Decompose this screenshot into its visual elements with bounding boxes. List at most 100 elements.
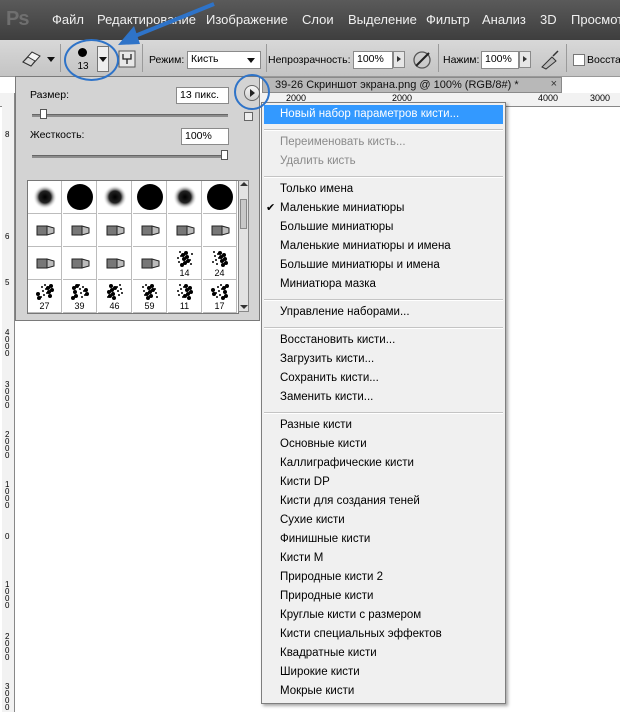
menu-item[interactable]: Только имена [280,183,353,195]
menu-separator [264,412,503,414]
menu-item[interactable]: Кисти специальных эффектов [280,628,442,640]
brush-thumbnail[interactable] [133,181,167,214]
opacity-label: Непрозрачность: [268,54,351,66]
brush-size-label: 27 [39,301,50,311]
pressure-slider-button[interactable] [519,51,531,68]
scroll-thumb[interactable] [240,199,247,229]
menu-item[interactable]: Круглые кисти с размером [280,609,421,621]
brush-thumbnail[interactable] [203,214,237,247]
brush-thumbnail[interactable] [98,181,132,214]
menu-item[interactable]: Анализ [482,12,526,27]
menu-item: Переименовать кисть... [280,136,406,148]
menu-item[interactable]: 3D [540,12,557,27]
menu-item[interactable]: Кисти M [280,552,323,564]
menu-item[interactable]: Каллиграфические кисти [280,457,414,469]
menu-item[interactable]: Кисти DP [280,476,330,488]
brush-thumbnail[interactable]: 46 [98,280,132,313]
menu-item[interactable]: Основные кисти [280,438,367,450]
hardness-input[interactable]: 100% [181,128,229,145]
airbrush-icon[interactable] [538,48,562,72]
menu-item[interactable]: Сухие кисти [280,514,345,526]
brush-thumbnail[interactable] [98,247,132,280]
brush-tip-icon [106,258,125,269]
brush-panel-toggle-icon[interactable] [118,50,136,68]
brush-thumbnail[interactable] [133,214,167,247]
brush-thumbnail[interactable]: 24 [203,247,237,280]
menu-item[interactable]: Файл [52,12,84,27]
brush-thumbnail[interactable] [28,247,62,280]
brush-thumbnail[interactable] [63,181,97,214]
menu-item[interactable]: Слои [302,12,334,27]
menu-item[interactable]: Большие миниатюры и имена [280,259,440,271]
hardness-slider-thumb[interactable] [221,150,228,160]
menu-item[interactable]: Заменить кисти... [280,391,373,403]
restore-checkbox[interactable] [573,54,585,66]
document-tab[interactable]: 39-26 Скриншот экрана.png @ 100% (RGB/8#… [262,77,562,93]
brush-tip-icon [106,225,125,236]
hardness-slider[interactable] [32,155,228,158]
menu-item[interactable]: Разные кисти [280,419,352,431]
brush-thumbnail[interactable] [133,247,167,280]
size-slider[interactable] [32,114,228,117]
new-preset-icon[interactable] [244,112,253,121]
brush-thumbnail[interactable]: 17 [203,280,237,313]
size-slider-thumb[interactable] [39,109,47,119]
brush-thumbnail[interactable] [168,181,202,214]
brush-thumbnail[interactable]: 14 [168,247,202,280]
menu-item[interactable]: Сохранить кисти... [280,372,379,384]
scroll-down-icon[interactable] [240,305,248,309]
annotation-circle-menu-button [234,74,270,110]
menu-item[interactable]: Квадратные кисти [280,647,377,659]
brush-size-label: 39 [74,301,85,311]
menu-item[interactable]: Широкие кисти [280,666,360,678]
ruler-tick-label: 4000 [5,328,10,358]
menu-item[interactable]: Выделение [348,12,417,27]
menu-item[interactable]: Фильтр [426,12,470,27]
ruler-tick-label: 3000 [590,93,611,103]
mode-select[interactable]: Кисть [187,51,261,69]
brush-size-label: 17 [214,301,225,311]
chevron-down-icon [247,58,255,63]
brush-thumbnail[interactable]: 27 [28,280,62,313]
menu-item[interactable]: Маленькие миниатюры [280,202,404,214]
menu-item[interactable]: Восстановить кисти... [280,334,395,346]
mode-label: Режим: [149,54,185,66]
brush-grid-scrollbar[interactable] [238,180,249,312]
menu-item[interactable]: Большие миниатюры [280,221,393,233]
document-tab-title: 39-26 Скриншот экрана.png @ 100% (RGB/8#… [275,79,519,91]
brush-thumbnail[interactable]: 39 [63,280,97,313]
close-icon[interactable]: × [551,78,557,90]
mode-select-value: Кисть [191,53,219,65]
opacity-input[interactable]: 100% [353,51,393,69]
brush-thumbnail[interactable] [28,181,62,214]
opacity-slider-button[interactable] [393,51,405,68]
ruler-tick-label: 8 [5,130,10,139]
pressure-input[interactable]: 100% [481,51,519,69]
tool-preset-arrow-icon[interactable] [47,57,55,62]
tablet-pressure-opacity-icon[interactable] [410,48,434,72]
menu-item[interactable]: Маленькие миниатюры и имена [280,240,451,252]
scroll-up-icon[interactable] [240,182,248,186]
check-mark-icon: ✔ [266,202,276,214]
brush-thumbnail[interactable] [28,214,62,247]
menu-item[interactable]: Управление наборами... [280,306,410,318]
menu-item[interactable]: Миниатюра мазка [280,278,376,290]
ruler-tick-label: 2000 [5,430,10,460]
menu-item[interactable]: Просмот [571,12,620,27]
brush-thumbnail[interactable] [63,247,97,280]
brush-thumbnail[interactable] [63,214,97,247]
brush-thumbnail[interactable]: 59 [133,280,167,313]
menu-item[interactable]: Мокрые кисти [280,685,354,697]
brush-thumbnail[interactable]: 11 [168,280,202,313]
brush-thumbnail[interactable] [98,214,132,247]
eraser-tool-icon[interactable] [20,49,44,67]
menu-item[interactable]: Природные кисти 2 [280,571,383,583]
menu-item[interactable]: Кисти для создания теней [280,495,420,507]
menu-item[interactable]: Новый набор параметров кисти... [280,108,459,120]
brush-thumbnail[interactable] [203,181,237,214]
menu-item[interactable]: Финишные кисти [280,533,370,545]
size-input[interactable]: 13 пикс. [176,87,229,104]
menu-item[interactable]: Загрузить кисти... [280,353,374,365]
menu-item[interactable]: Природные кисти [280,590,373,602]
brush-thumbnail[interactable] [168,214,202,247]
